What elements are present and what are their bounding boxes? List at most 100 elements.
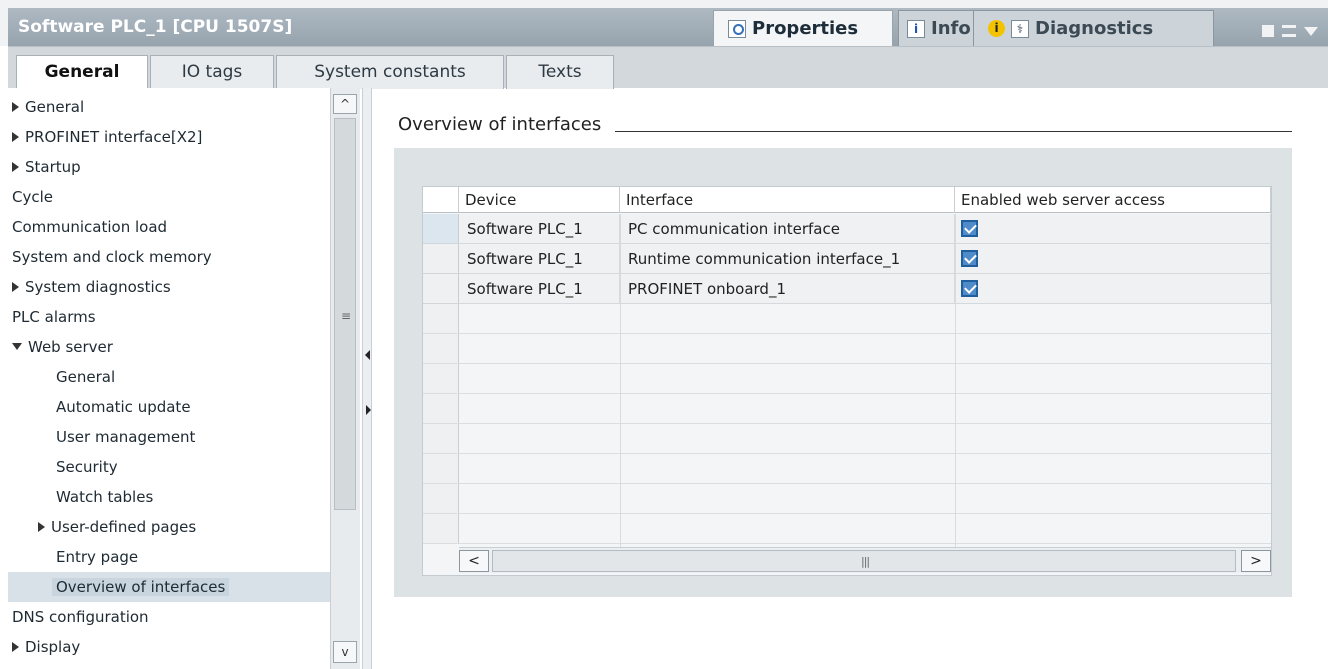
cell-interface[interactable]: PC communication interface bbox=[620, 214, 955, 244]
cell-device[interactable]: Software PLC_1 bbox=[459, 274, 620, 304]
tree-item-label: User management bbox=[56, 428, 196, 446]
tab-diagnostics[interactable]: i ⚕ Diagnostics bbox=[974, 10, 1214, 46]
tab-properties-label: Properties bbox=[752, 18, 859, 39]
cell-interface[interactable]: Runtime communication interface_1 bbox=[620, 244, 955, 274]
cell-device[interactable]: Software PLC_1 bbox=[459, 214, 620, 244]
scroll-down-button[interactable]: v bbox=[333, 641, 357, 663]
tree-item[interactable]: PROFINET interface[X2] bbox=[8, 122, 330, 152]
collapsed-arrow-icon[interactable] bbox=[12, 101, 19, 112]
info-warning-icon: i bbox=[988, 20, 1005, 37]
collapsed-arrow-icon[interactable] bbox=[38, 521, 45, 532]
diagnostics-icon: ⚕ bbox=[1011, 19, 1029, 38]
grip-icon: ≡ bbox=[341, 309, 352, 323]
expand-right-icon[interactable] bbox=[366, 405, 371, 415]
tree-item-label: General bbox=[25, 98, 85, 116]
table-corner bbox=[423, 187, 459, 213]
row-header[interactable] bbox=[423, 214, 459, 244]
tree-item[interactable]: Entry page bbox=[8, 542, 330, 572]
info-icon: i bbox=[907, 19, 925, 38]
tree-item[interactable]: Communication load bbox=[8, 212, 330, 242]
title-bar: Software PLC_1 [CPU 1507S] Properties i … bbox=[0, 0, 1328, 46]
tab-io-tags[interactable]: IO tags bbox=[150, 55, 274, 89]
layout-icon[interactable] bbox=[1282, 25, 1296, 37]
horizontal-scrollbar[interactable]: < ||| > bbox=[459, 547, 1271, 573]
row-header[interactable] bbox=[423, 274, 459, 304]
tree-item-label: PROFINET interface[X2] bbox=[25, 128, 203, 146]
tree-item[interactable]: Web server bbox=[8, 332, 330, 362]
tree-item[interactable]: Display bbox=[8, 632, 330, 662]
tree-item-label: Startup bbox=[25, 158, 81, 176]
tree-item-label: PLC alarms bbox=[12, 308, 96, 326]
tree-scrollbar[interactable]: ^ ≡ v bbox=[330, 88, 360, 669]
tree-item[interactable]: User management bbox=[8, 422, 330, 452]
enabled-checkbox[interactable] bbox=[961, 220, 978, 237]
row-header[interactable] bbox=[423, 244, 459, 274]
tree-item[interactable]: Startup bbox=[8, 152, 330, 182]
horizontal-scroll-thumb[interactable]: ||| bbox=[492, 550, 1236, 572]
enabled-checkbox[interactable] bbox=[961, 280, 978, 297]
scroll-thumb[interactable]: ≡ bbox=[334, 118, 356, 510]
tab-texts[interactable]: Texts bbox=[506, 55, 614, 89]
tree-item-label: Communication load bbox=[12, 218, 168, 236]
collapse-left-icon[interactable] bbox=[365, 350, 370, 360]
empty-row bbox=[423, 514, 1271, 544]
section-tabs: General IO tags System constants Texts bbox=[8, 46, 1328, 90]
tab-info-label: Info bbox=[931, 18, 971, 39]
float-window-icon[interactable] bbox=[1262, 25, 1274, 37]
empty-row bbox=[423, 364, 1271, 394]
column-divider bbox=[620, 214, 621, 547]
tree-item-label: Entry page bbox=[56, 548, 139, 566]
tree-item-label: System diagnostics bbox=[25, 278, 171, 296]
tree-item[interactable]: Watch tables bbox=[8, 482, 330, 512]
collapsed-arrow-icon[interactable] bbox=[12, 641, 19, 652]
tree-item-label: Cycle bbox=[12, 188, 53, 206]
collapsed-arrow-icon[interactable] bbox=[12, 161, 19, 172]
tab-general[interactable]: General bbox=[16, 55, 148, 90]
tree-item-label: General bbox=[56, 368, 116, 386]
tree-item[interactable]: Automatic update bbox=[8, 392, 330, 422]
tree-item[interactable]: Cycle bbox=[8, 182, 330, 212]
collapsed-arrow-icon[interactable] bbox=[12, 281, 19, 292]
tab-system-constants[interactable]: System constants bbox=[276, 55, 504, 89]
dropdown-arrow-icon[interactable] bbox=[1304, 26, 1318, 36]
cell-device[interactable]: Software PLC_1 bbox=[459, 244, 620, 274]
column-header-device[interactable]: Device bbox=[459, 187, 620, 213]
column-header-enabled[interactable]: Enabled web server access bbox=[955, 187, 1271, 213]
tree-item[interactable]: Security bbox=[8, 452, 330, 482]
enabled-checkbox[interactable] bbox=[961, 250, 978, 267]
tab-properties[interactable]: Properties bbox=[713, 10, 893, 46]
empty-row bbox=[423, 334, 1271, 364]
tree-item[interactable]: DNS configuration bbox=[8, 602, 330, 632]
tree-item[interactable]: General bbox=[8, 92, 330, 122]
column-header-interface[interactable]: Interface bbox=[620, 187, 955, 213]
cell-enabled bbox=[955, 214, 1271, 244]
tree-item-label: Overview of interfaces bbox=[52, 578, 230, 596]
expanded-arrow-icon[interactable] bbox=[12, 343, 22, 350]
window-title: Software PLC_1 [CPU 1507S] bbox=[18, 17, 293, 37]
tree-item[interactable]: Overview of interfaces bbox=[8, 572, 330, 602]
scroll-left-button[interactable]: < bbox=[459, 550, 489, 572]
tree-item[interactable]: System and clock memory bbox=[8, 242, 330, 272]
tab-info[interactable]: i Info bbox=[898, 10, 974, 46]
scroll-up-button[interactable]: ^ bbox=[333, 94, 357, 114]
empty-row bbox=[423, 454, 1271, 484]
tree-item[interactable]: General bbox=[8, 362, 330, 392]
cell-enabled bbox=[955, 244, 1271, 274]
tree-item[interactable]: User-defined pages bbox=[8, 512, 330, 542]
tab-diagnostics-label: Diagnostics bbox=[1035, 18, 1154, 39]
empty-row bbox=[423, 484, 1271, 514]
tree-item-label: Security bbox=[56, 458, 118, 476]
empty-row bbox=[423, 424, 1271, 454]
navigation-tree: General PROFINET interface[X2] Startup Cycl… bbox=[8, 88, 330, 669]
window-controls bbox=[1262, 18, 1318, 44]
properties-window: Software PLC_1 [CPU 1507S] Properties i … bbox=[0, 0, 1328, 669]
panel-splitter[interactable] bbox=[362, 88, 372, 669]
cell-interface[interactable]: PROFINET onboard_1 bbox=[620, 274, 955, 304]
tree-item-label: DNS configuration bbox=[12, 608, 149, 626]
scroll-right-button[interactable]: > bbox=[1241, 550, 1271, 572]
tree-item[interactable]: PLC alarms bbox=[8, 302, 330, 332]
tree-item[interactable]: System diagnostics bbox=[8, 272, 330, 302]
collapsed-arrow-icon[interactable] bbox=[12, 131, 19, 142]
tree-item-label: Automatic update bbox=[56, 398, 191, 416]
section-title: Overview of interfaces bbox=[398, 114, 616, 135]
